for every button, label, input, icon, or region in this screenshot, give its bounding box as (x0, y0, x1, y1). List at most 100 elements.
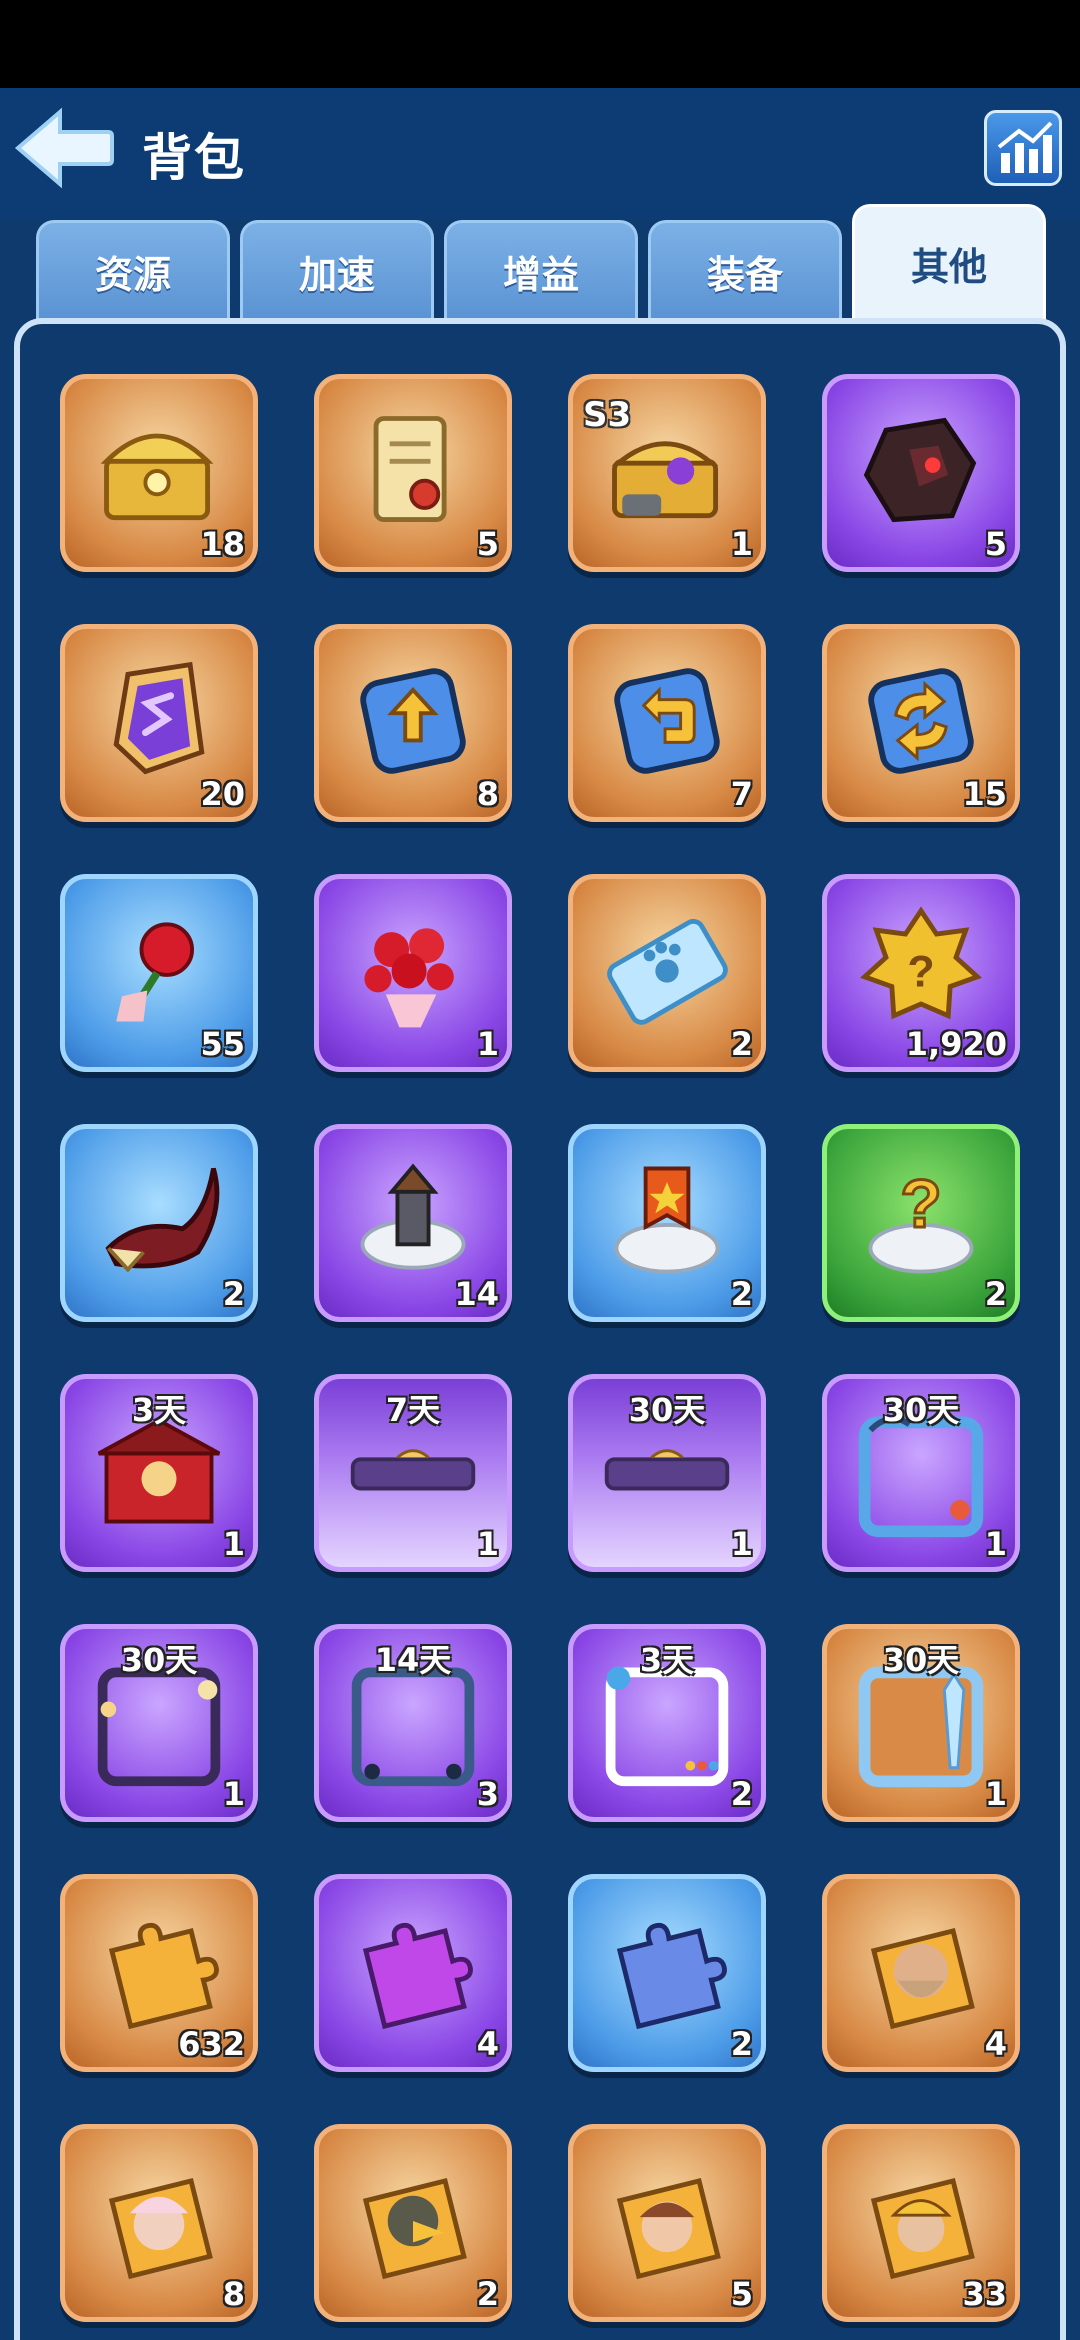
bar-chart-icon (997, 121, 1053, 173)
tower-relocate-icon (360, 1163, 466, 1270)
inventory-item[interactable]: 55 (60, 874, 258, 1072)
duration-label: 14天 (374, 1641, 452, 1679)
item-quantity: 1 (730, 1525, 753, 1563)
item-quantity: 1 (730, 525, 753, 563)
hero-puzzle-pink-hair-icon (108, 2177, 213, 2280)
item-quantity: 4 (476, 2025, 499, 2063)
hero-puzzle-bearded-icon (870, 1927, 975, 2030)
inventory-item[interactable]: 15 (822, 624, 1020, 822)
header: 背包 (0, 88, 1080, 220)
status-bar (0, 0, 1080, 88)
item-quantity: 2 (730, 1775, 753, 1813)
tab-equipment[interactable]: 装备 (648, 220, 842, 320)
tab-label: 加速 (298, 253, 375, 297)
return-arrow-card-icon (614, 668, 720, 774)
item-quantity: 1 (984, 1525, 1007, 1563)
stats-button[interactable] (984, 110, 1062, 186)
tab-resources[interactable]: 资源 (36, 220, 230, 320)
item-quantity: 1 (476, 1025, 499, 1063)
banner-relocate-icon (614, 1166, 720, 1274)
dark-crystal-stone-icon (863, 417, 977, 523)
item-quantity: 55 (200, 1025, 245, 1063)
upgrade-arrow-card-icon (360, 668, 466, 774)
item-quantity: 5 (984, 525, 1007, 563)
inventory-item[interactable]: 3天 2 (568, 1624, 766, 1822)
inventory-item[interactable]: 18 (60, 374, 258, 572)
rose-bouquet-icon (364, 928, 454, 1028)
horn-icon (105, 1167, 220, 1273)
duration-label: 30天 (120, 1641, 198, 1679)
scroll-with-seal-icon (373, 416, 447, 523)
item-quantity: 20 (200, 775, 245, 813)
hero-puzzle-brown-hair-icon (616, 2177, 721, 2280)
page-title: 背包 (142, 129, 246, 187)
tab-other[interactable]: 其他 (852, 204, 1046, 320)
item-quantity: 33 (962, 2275, 1007, 2313)
random-relocate-icon: ? (868, 1164, 974, 1274)
blue-puzzle-piece-icon (616, 1922, 727, 2030)
inventory-item[interactable]: 2 (568, 1874, 766, 2072)
inventory-item[interactable]: 30天 1 (822, 1624, 1020, 1822)
inventory-item[interactable]: S3 1 (568, 374, 766, 572)
svg-text:?: ? (907, 948, 934, 997)
item-quantity: 1,920 (905, 1025, 1007, 1063)
inventory-item[interactable]: 8 (60, 2124, 258, 2322)
inventory-item[interactable]: 30天 1 (822, 1374, 1020, 1572)
inventory-item[interactable]: 30天 1 (568, 1374, 766, 1572)
item-quantity: 1 (222, 1775, 245, 1813)
inventory-item[interactable]: 2 (568, 1124, 766, 1322)
inventory-item[interactable]: 30天 1 (60, 1624, 258, 1822)
inventory-item[interactable]: 14天 3 (314, 1624, 512, 1822)
inventory-item[interactable]: 1 (314, 874, 512, 1072)
inventory-item[interactable]: 33 (822, 2124, 1020, 2322)
back-button[interactable] (14, 106, 114, 190)
item-quantity: 1 (476, 1525, 499, 1563)
inventory-item[interactable]: 3天 1 (60, 1374, 258, 1572)
paw-ticket-icon (607, 918, 728, 1025)
inventory-item[interactable]: 7天 1 (314, 1374, 512, 1572)
hero-puzzle-miner-icon (870, 2177, 975, 2280)
item-quantity: 8 (476, 775, 499, 813)
item-quantity: 14 (454, 1275, 499, 1313)
hero-puzzle-bird-icon (362, 2177, 467, 2280)
inventory-item[interactable]: 5 (822, 374, 1020, 572)
inventory-item[interactable]: 20 (60, 624, 258, 822)
mystery-badge-icon: ? (859, 906, 983, 1020)
tab-speedups[interactable]: 加速 (240, 220, 434, 320)
item-quantity: 2 (222, 1275, 245, 1313)
inventory-item[interactable]: 5 (568, 2124, 766, 2322)
tab-label: 增益 (502, 253, 579, 297)
item-quantity: 7 (730, 775, 753, 813)
item-quantity: 2 (476, 2275, 499, 2313)
inventory-item[interactable]: 2 (60, 1124, 258, 1322)
item-quantity: 2 (730, 1275, 753, 1313)
season-badge: S3 (583, 395, 632, 435)
back-arrow-icon (14, 107, 114, 189)
inventory-item[interactable]: ? 2 (822, 1124, 1020, 1322)
tab-boosts[interactable]: 增益 (444, 220, 638, 320)
inventory-item[interactable]: 7 (568, 624, 766, 822)
purple-rune-card-icon (113, 661, 205, 775)
item-quantity: 3 (476, 1775, 499, 1813)
item-quantity: 5 (476, 525, 499, 563)
inventory-item[interactable]: 2 (568, 874, 766, 1072)
item-quantity: 2 (730, 2025, 753, 2063)
category-tabs: 资源 加速 增益 装备 其他 (36, 204, 1046, 320)
inventory-item[interactable]: ? 1,920 (822, 874, 1020, 1072)
item-quantity: 5 (730, 2275, 753, 2313)
duration-label: 3天 (639, 1641, 695, 1679)
duration-label: 30天 (628, 1391, 706, 1429)
tab-label: 装备 (706, 253, 783, 297)
item-quantity: 4 (984, 2025, 1007, 2063)
inventory-item[interactable]: 632 (60, 1874, 258, 2072)
inventory-item[interactable]: 4 (822, 1874, 1020, 2072)
item-quantity: 2 (730, 1025, 753, 1063)
item-quantity: 18 (200, 525, 245, 563)
inventory-item[interactable]: 5 (314, 374, 512, 572)
inventory-item[interactable]: 4 (314, 1874, 512, 2072)
inventory-item[interactable]: 2 (314, 2124, 512, 2322)
orange-puzzle-piece-icon (108, 1922, 219, 2030)
tab-label: 其他 (910, 245, 987, 289)
inventory-item[interactable]: 14 (314, 1124, 512, 1322)
inventory-item[interactable]: 8 (314, 624, 512, 822)
